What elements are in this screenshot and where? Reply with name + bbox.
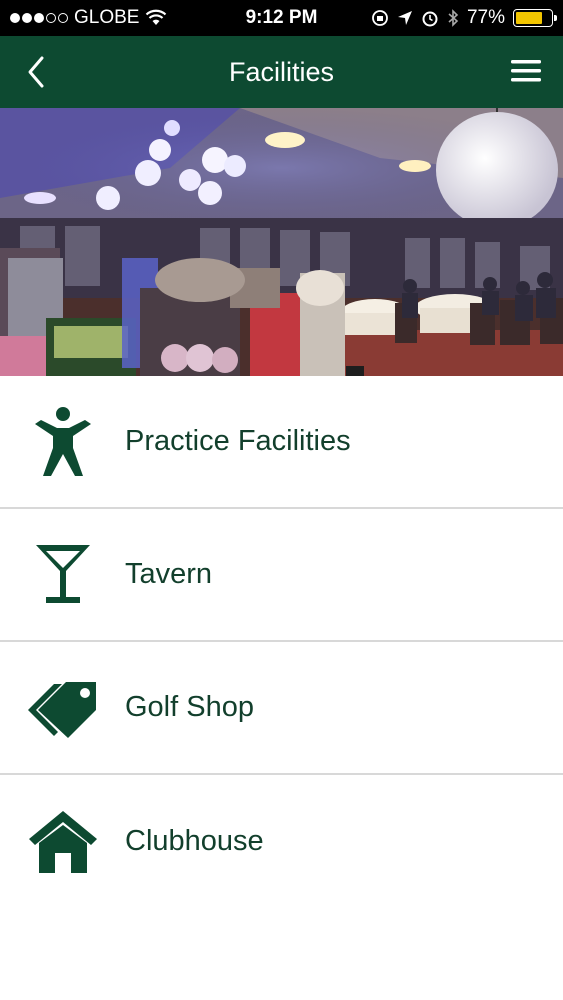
battery-percent: 77% xyxy=(466,7,505,28)
status-bar: GLOBE 9:12 PM 77% xyxy=(0,0,563,36)
list-item-tavern[interactable]: Tavern xyxy=(0,509,563,642)
list-item-clubhouse[interactable]: Clubhouse xyxy=(0,775,563,908)
price-tag-icon xyxy=(27,681,96,738)
bluetooth-icon xyxy=(448,9,459,27)
house-icon xyxy=(28,810,97,873)
battery-level xyxy=(516,12,543,24)
menu-button[interactable] xyxy=(509,56,543,86)
navigation-bar: Facilities xyxy=(0,36,563,108)
list-item-label: Clubhouse xyxy=(125,825,264,857)
person-icon xyxy=(34,406,91,476)
signal-strength-icon xyxy=(10,13,68,23)
alarm-clock-icon xyxy=(422,11,438,27)
list-item-practice-facilities[interactable]: Practice Facilities xyxy=(0,376,563,509)
orientation-lock-icon xyxy=(372,10,388,26)
list-item-golf-shop[interactable]: Golf Shop xyxy=(0,642,563,775)
facilities-list: Practice Facilities Tavern Golf Shop Clu… xyxy=(0,376,563,908)
wifi-icon xyxy=(146,9,167,25)
list-item-label: Practice Facilities xyxy=(125,425,351,457)
banquet-hall-photo xyxy=(0,108,563,376)
back-button[interactable] xyxy=(22,52,52,92)
location-arrow-icon xyxy=(397,11,412,25)
list-item-label: Tavern xyxy=(125,558,213,590)
list-item-label: Golf Shop xyxy=(125,691,254,723)
cocktail-glass-icon xyxy=(35,544,90,603)
carrier-name: GLOBE xyxy=(74,7,140,28)
battery-icon xyxy=(513,9,557,27)
page-title: Facilities xyxy=(228,56,335,87)
